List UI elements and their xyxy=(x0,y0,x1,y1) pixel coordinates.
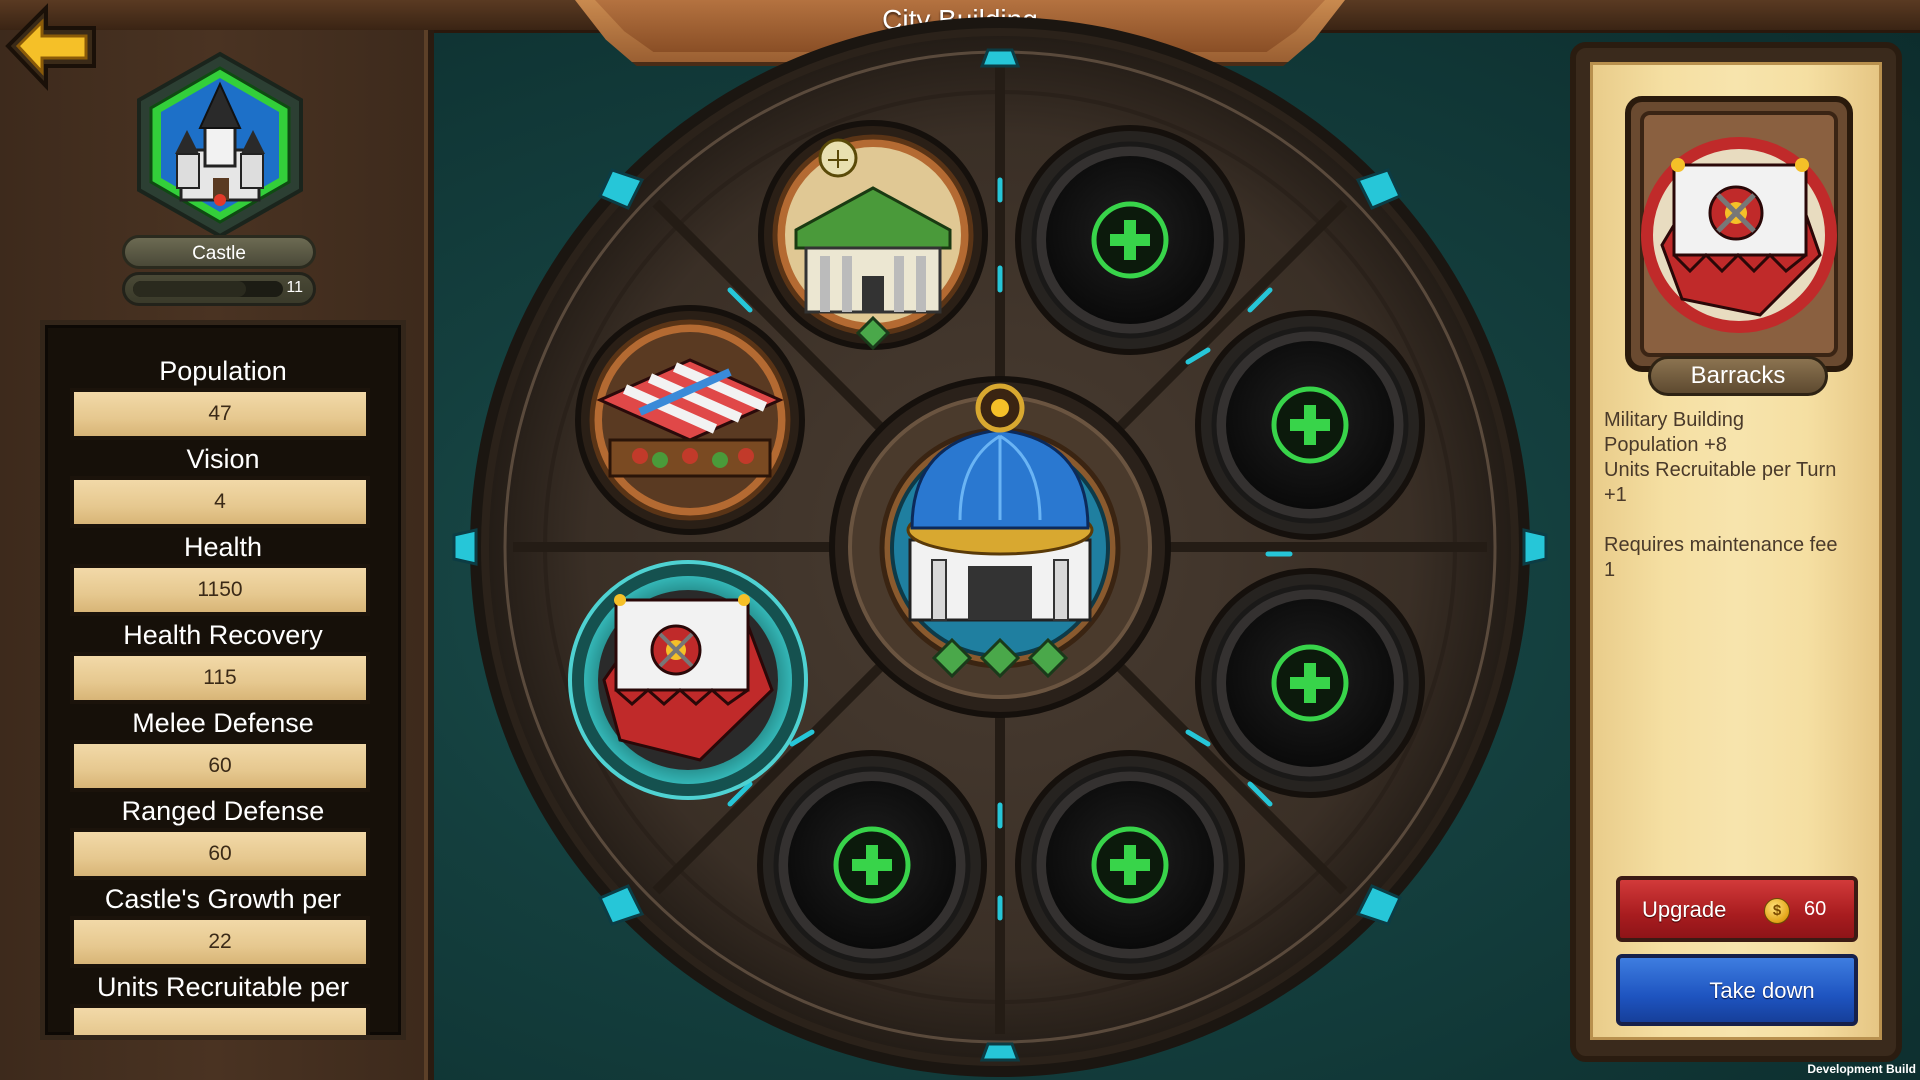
center-building[interactable] xyxy=(829,376,1171,718)
observatory-dome-icon xyxy=(906,428,1094,622)
slot-empty-2[interactable] xyxy=(1195,310,1425,540)
slot-empty-1[interactable] xyxy=(1015,125,1245,355)
take-down-button[interactable]: Take down xyxy=(1616,954,1858,1026)
take-down-label: Take down xyxy=(1709,978,1815,1003)
building-portrait xyxy=(1620,95,1858,385)
upgrade-cost: 60 xyxy=(1804,898,1827,920)
city-building-screen: City Building Castle xyxy=(0,0,1920,1080)
detail-line: +1 xyxy=(1604,484,1627,506)
slot-barracks[interactable] xyxy=(568,560,808,800)
slot-courthouse[interactable] xyxy=(758,120,988,351)
detail-line: 1 xyxy=(1604,559,1616,581)
detail-line: Military Building xyxy=(1604,409,1745,431)
upgrade-button[interactable]: Upgrade $ 60 xyxy=(1616,876,1858,942)
slot-market[interactable] xyxy=(575,305,805,535)
detail-line: Population +8 xyxy=(1604,434,1727,456)
center-stars xyxy=(931,637,1069,679)
slot-empty-5[interactable] xyxy=(1015,750,1245,980)
building-name: Barracks xyxy=(1648,356,1828,396)
slot-empty-4[interactable] xyxy=(757,750,987,980)
detail-line: Requires maintenance fee xyxy=(1604,534,1838,556)
coin-icon: $ xyxy=(1764,898,1790,924)
detail-line: Units Recruitable per Turn xyxy=(1604,459,1837,481)
development-build-label: Development Build xyxy=(1807,1062,1916,1076)
slot-empty-3[interactable] xyxy=(1195,568,1425,798)
upgrade-label: Upgrade xyxy=(1642,897,1727,922)
